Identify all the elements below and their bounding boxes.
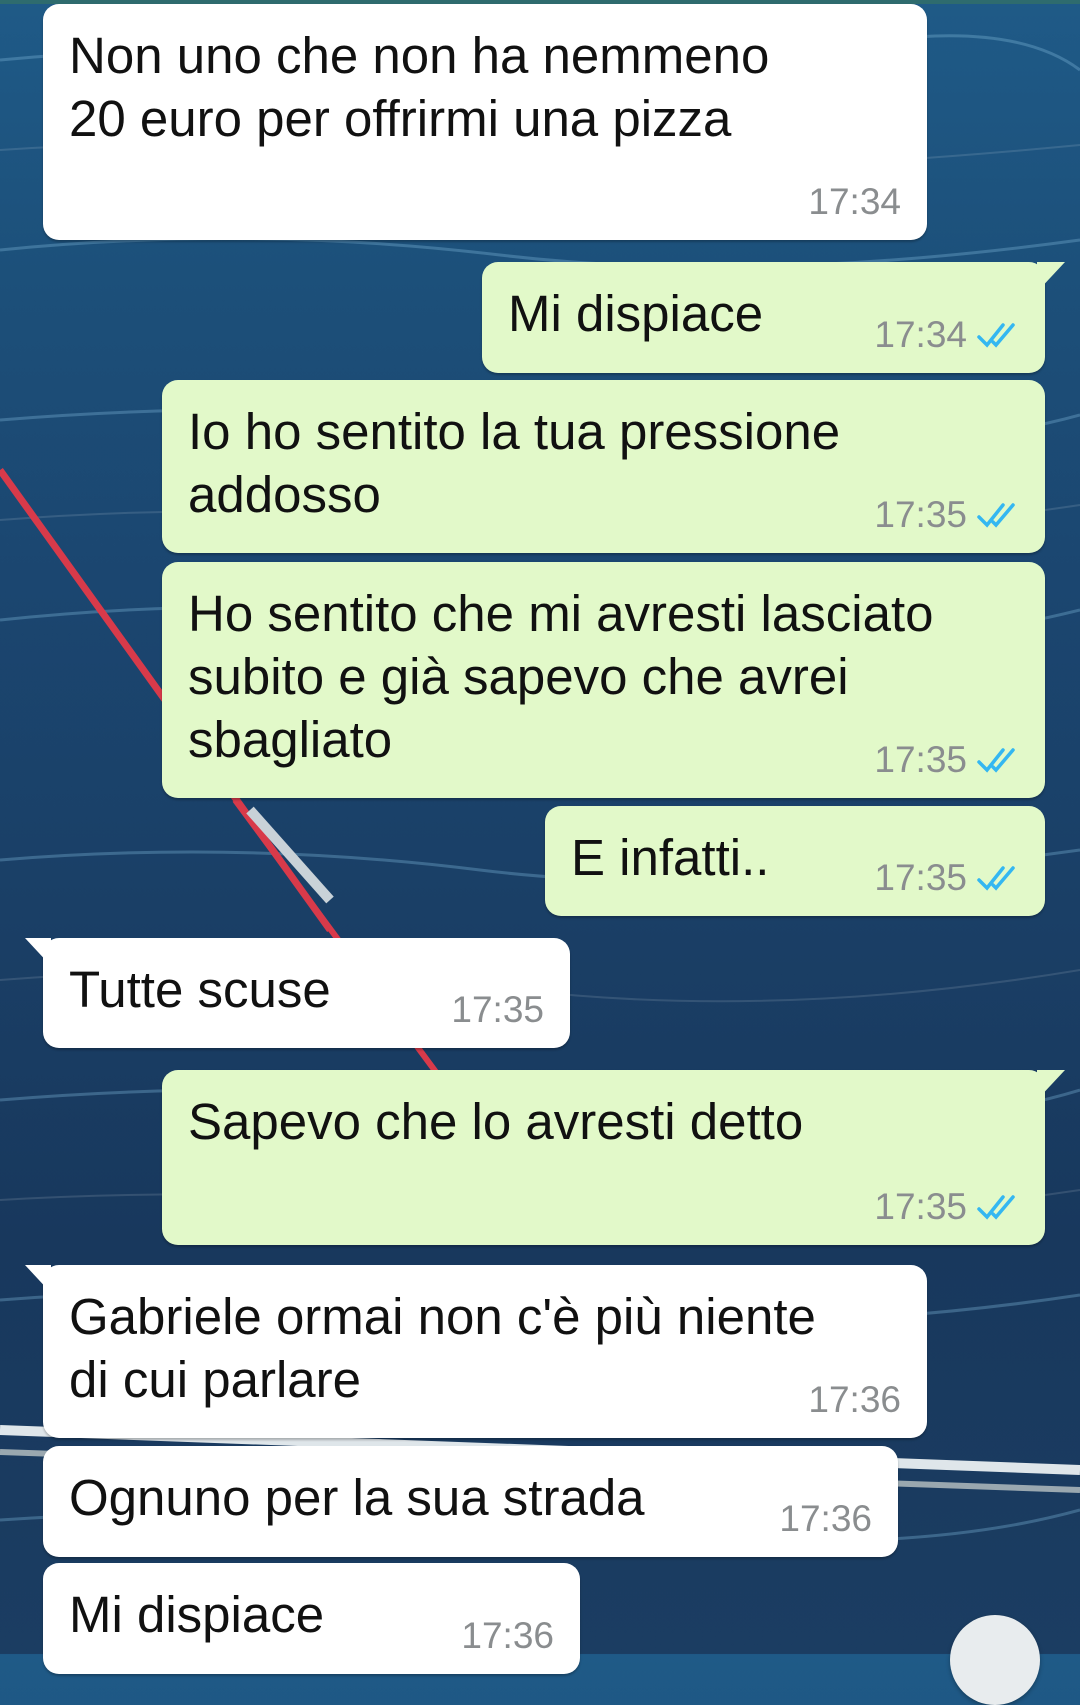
message-text: Ho sentito che mi avresti lasciato subit… (188, 585, 934, 768)
message-time: 17:34 (874, 314, 967, 355)
message-meta: 17:36 (808, 1380, 901, 1420)
message-bubble-incoming[interactable]: Mi dispiace 17:36 (43, 1563, 580, 1674)
message-bubble-outgoing[interactable]: Mi dispiace 17:34 (482, 262, 1065, 373)
message-meta: 17:35 (874, 858, 1019, 898)
message-list[interactable]: Non uno che non ha nemmeno 20 euro per o… (0, 0, 1080, 1674)
message-text: Gabriele ormai non c'è più niente di cui… (69, 1288, 816, 1408)
double-check-icon (977, 866, 1015, 891)
message-text: Non uno che non ha nemmeno 20 euro per o… (69, 27, 770, 147)
message-time: 17:35 (874, 857, 967, 898)
double-check-icon (977, 503, 1015, 528)
message-bubble-outgoing[interactable]: E infatti.. 17:35 (545, 806, 1045, 916)
message-bubble-incoming[interactable]: Tutte scuse 17:35 (25, 938, 570, 1048)
message-bubble-incoming[interactable]: Non uno che non ha nemmeno 20 euro per o… (43, 4, 927, 240)
message-meta: 17:36 (779, 1499, 872, 1539)
message-text: Mi dispiace (69, 1586, 325, 1643)
message-bubble-outgoing[interactable]: Sapevo che lo avresti detto 17:35 (162, 1070, 1065, 1245)
message-bubble-outgoing[interactable]: Io ho sentito la tua pressione addosso 1… (162, 380, 1045, 553)
message-text: Io ho sentito la tua pressione addosso (188, 403, 841, 523)
message-meta: 17:35 (451, 990, 544, 1030)
message-time: 17:35 (451, 989, 544, 1030)
message-time: 17:35 (874, 494, 967, 535)
message-time: 17:35 (874, 739, 967, 780)
message-meta: 17:34 (874, 315, 1019, 355)
double-check-icon (977, 748, 1015, 773)
message-text: Sapevo che lo avresti detto (188, 1093, 804, 1150)
message-time: 17:34 (808, 181, 901, 222)
message-bubble-outgoing[interactable]: Ho sentito che mi avresti lasciato subit… (162, 562, 1045, 798)
message-text: Tutte scuse (69, 961, 331, 1018)
message-bubble-incoming[interactable]: Ognuno per la sua strada 17:36 (43, 1446, 898, 1557)
message-time: 17:36 (779, 1498, 872, 1539)
message-time: 17:36 (461, 1615, 554, 1656)
message-text: Mi dispiace (508, 285, 764, 342)
message-meta: 17:34 (808, 182, 901, 222)
scroll-down-button[interactable] (950, 1615, 1040, 1705)
message-time: 17:35 (874, 1186, 967, 1227)
double-check-icon (977, 1195, 1015, 1220)
message-text: E infatti.. (571, 829, 770, 886)
message-meta: 17:35 (874, 740, 1019, 780)
message-text: Ognuno per la sua strada (69, 1469, 645, 1526)
message-time: 17:36 (808, 1379, 901, 1420)
message-meta: 17:35 (874, 495, 1019, 535)
double-check-icon (977, 323, 1015, 348)
message-bubble-incoming[interactable]: Gabriele ormai non c'è più niente di cui… (25, 1265, 927, 1438)
message-meta: 17:36 (461, 1616, 554, 1656)
message-meta: 17:35 (874, 1187, 1019, 1227)
